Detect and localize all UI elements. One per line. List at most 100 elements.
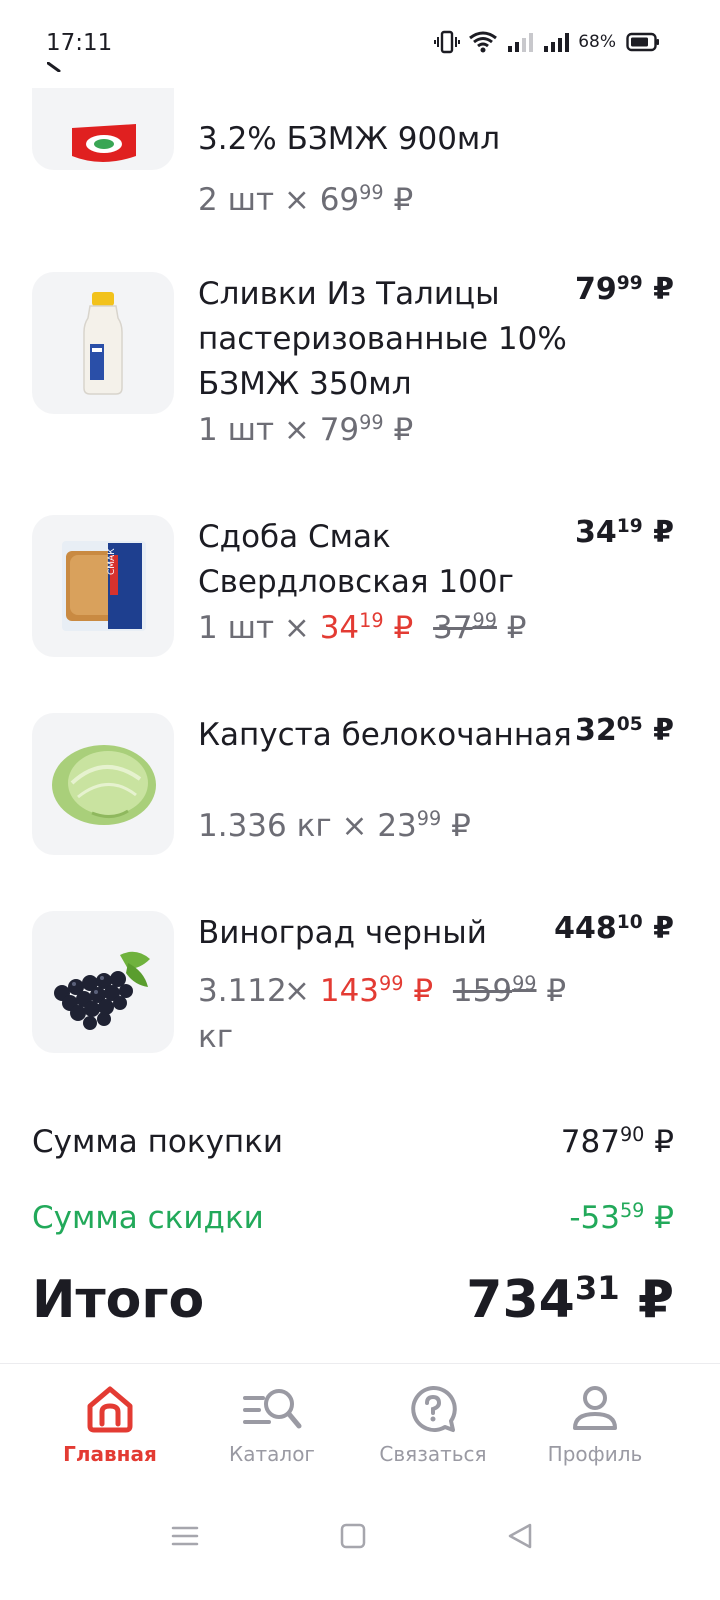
discount-sum-label: Сумма скидки — [32, 1200, 264, 1236]
currency: ₽ — [653, 515, 674, 550]
milk-pack-image — [32, 88, 174, 170]
item-total: 3419 ₽ — [575, 515, 674, 550]
help-chat-icon — [411, 1385, 457, 1432]
item-quantity-unit: кг — [198, 1015, 233, 1060]
purchase-sum-value: 78790 ₽ — [560, 1123, 674, 1160]
home-square-icon[interactable] — [338, 1521, 368, 1551]
grand-total-label: Итого — [32, 1270, 205, 1330]
unit-price-fraction: 99 — [359, 411, 384, 435]
total-price-fraction: 19 — [616, 515, 643, 537]
unit-price-fraction: 99 — [416, 807, 442, 831]
old-price-fraction: 99 — [472, 609, 497, 633]
total-price: 32 — [575, 713, 617, 748]
discount-sum-row: Сумма скидки -5359 ₽ — [32, 1199, 674, 1236]
qty-unit: кг — [198, 1019, 234, 1055]
item-name: 3.2% БЗМЖ 900мл — [198, 121, 501, 157]
status-icons: 68% — [434, 30, 660, 54]
total-price-fraction: 05 — [616, 713, 643, 735]
item-total: 44810 ₽ — [554, 911, 674, 946]
purchase-int: 787 — [560, 1124, 620, 1160]
item-quantity: 1 шт × 7999 ₽ — [198, 408, 413, 456]
total-price: 34 — [575, 515, 617, 550]
menu-icon[interactable] — [170, 1521, 200, 1551]
unit-price: 143 — [319, 973, 380, 1009]
nav-home-label: Главная — [63, 1442, 157, 1466]
currency: ₽ — [413, 973, 434, 1009]
system-navigation-bar — [0, 1493, 720, 1600]
currency: ₽ — [546, 973, 567, 1009]
grand-total-row: Итого 73431 ₽ — [32, 1269, 674, 1330]
discounted-price: 14399 ₽ — [319, 972, 434, 1009]
nav-profile[interactable]: Профиль — [515, 1384, 675, 1466]
total-int: 734 — [466, 1270, 575, 1330]
item-name: Сливки Из Талицы пастеризованные 10% БЗМ… — [198, 276, 567, 402]
purchase-sum-label: Сумма покупки — [32, 1124, 284, 1160]
unit-price-fraction: 99 — [379, 972, 404, 996]
wifi-icon — [469, 31, 498, 53]
currency: ₽ — [393, 610, 414, 646]
total-fraction: 31 — [574, 1269, 620, 1308]
item-total: 3205 ₽ — [575, 713, 674, 748]
cream-bottle-image — [32, 272, 174, 414]
bun-package-image: СМАК — [32, 515, 174, 657]
currency: ₽ — [506, 610, 527, 646]
back-icon[interactable] — [505, 1521, 535, 1551]
bottom-navigation: Главная Каталог Связаться Профиль — [0, 1363, 720, 1493]
currency: ₽ — [653, 713, 674, 748]
item-total: 7999 ₽ — [575, 272, 674, 307]
item-qty-prefix: 1.336 кг × — [198, 808, 368, 844]
battery-icon — [626, 32, 659, 52]
unit-price: 23 — [377, 808, 417, 844]
currency: ₽ — [653, 911, 674, 946]
item-name: Капуста белокочанная — [198, 717, 572, 753]
nav-catalog[interactable]: Каталог — [192, 1384, 352, 1466]
total-price: 79 — [575, 272, 617, 307]
order-items-list[interactable]: 3.2% БЗМЖ 900мл 2 шт × 6999 ₽ Сливки Из … — [0, 88, 720, 1388]
status-time: 17:11 — [46, 30, 113, 56]
grand-total-value: 73431 ₽ — [466, 1269, 674, 1330]
battery-percent: 68% — [578, 32, 616, 52]
total-price-fraction: 99 — [616, 272, 643, 294]
home-icon — [87, 1386, 133, 1433]
unit-price-fraction: 19 — [359, 609, 384, 633]
old-price-int: 159 — [452, 973, 513, 1009]
item-qty-prefix: 1 шт × — [198, 412, 310, 448]
old-price-int: 37 — [433, 610, 473, 646]
nav-profile-label: Профиль — [547, 1442, 643, 1466]
discount-fraction: 59 — [619, 1199, 645, 1223]
purchase-fraction: 90 — [619, 1123, 645, 1147]
item-name: Сдоба Смак Свердловская 100г — [198, 519, 514, 600]
arrow-icon — [47, 62, 61, 72]
unit-price-fraction: 99 — [359, 181, 384, 205]
catalog-search-icon — [243, 1389, 302, 1429]
status-bar: 17:11 68% — [0, 0, 720, 88]
item-quantity: 2 шт × 6999 ₽ — [198, 178, 413, 226]
signal-icon — [508, 33, 534, 52]
unit-price: 34 — [319, 610, 360, 646]
profile-icon — [573, 1386, 617, 1430]
currency: ₽ — [393, 182, 414, 218]
total-price: 448 — [554, 911, 617, 946]
discount-sum-value: -5359 ₽ — [569, 1199, 674, 1236]
discounted-price: 3419 ₽ — [319, 609, 414, 646]
old-price: 3799 — [433, 609, 497, 646]
item-quantity: 1.336 кг × 2399 ₽ — [198, 804, 471, 852]
nav-home[interactable]: Главная — [30, 1384, 190, 1466]
package-text: СМАК — [107, 548, 117, 575]
nav-contact[interactable]: Связаться — [353, 1384, 513, 1466]
nav-catalog-label: Каталог — [229, 1442, 315, 1466]
currency: ₽ — [393, 412, 414, 448]
old-price: 15999 — [452, 972, 537, 1009]
times-sign: × — [284, 973, 310, 1009]
item-qty-prefix: 1 шт × — [198, 610, 310, 646]
nav-contact-label: Связаться — [379, 1442, 487, 1466]
old-price-fraction: 99 — [512, 972, 537, 996]
discount-int: -53 — [569, 1200, 620, 1236]
item-quantity: 1 шт × 3419 ₽ 3799 ₽ — [198, 606, 527, 654]
currency: ₽ — [654, 1124, 674, 1160]
item-qty-amount: 3.112 — [198, 973, 287, 1009]
item-qty-prefix: 2 шт × — [198, 182, 310, 218]
unit-price: 69 — [319, 182, 360, 218]
currency: ₽ — [637, 1270, 674, 1330]
currency: ₽ — [451, 808, 471, 844]
